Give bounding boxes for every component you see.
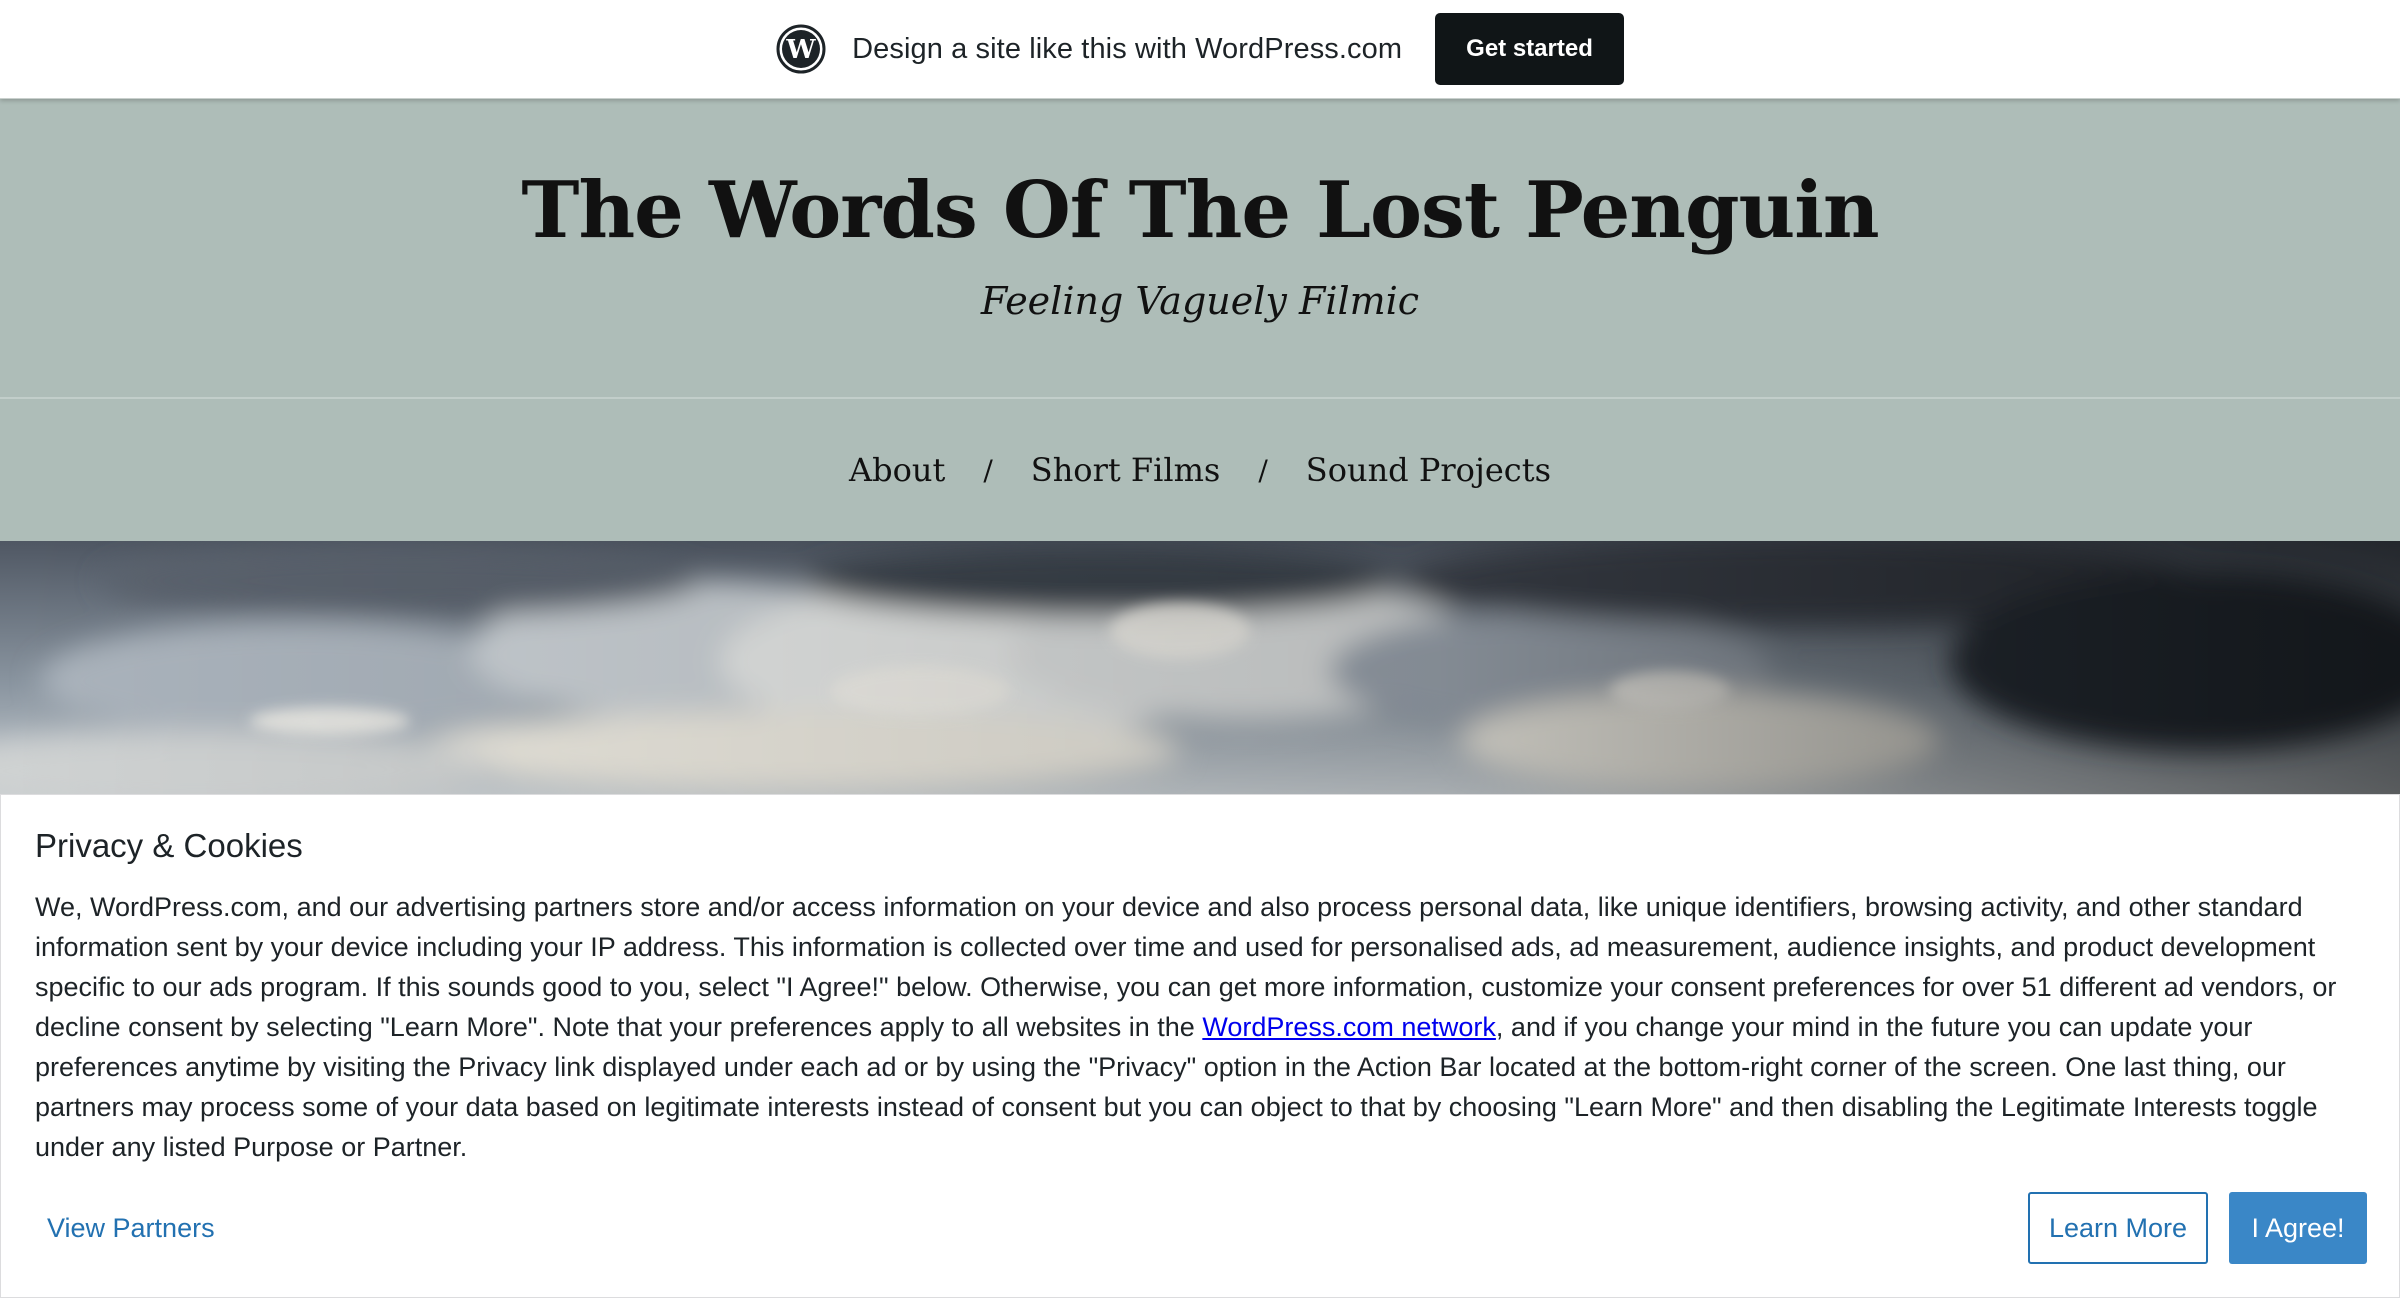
cookie-consent-banner: Privacy & Cookies We, WordPress.com, and… bbox=[0, 794, 2400, 1298]
wordpress-network-link[interactable]: WordPress.com network bbox=[1202, 1012, 1496, 1042]
site-description: Feeling Vaguely Filmic bbox=[980, 279, 1420, 323]
cookie-banner-text: We, WordPress.com, and our advertising p… bbox=[35, 887, 2375, 1167]
nav-link-short-films[interactable]: Short Films bbox=[1031, 451, 1221, 489]
nav-separator: / bbox=[945, 454, 1030, 487]
wordpress-promo-content: W Design a site like this with WordPress… bbox=[0, 0, 2400, 98]
i-agree-button[interactable]: I Agree! bbox=[2229, 1192, 2367, 1264]
nav-separator-slash: / bbox=[983, 453, 993, 487]
cookie-banner-title: Privacy & Cookies bbox=[35, 827, 303, 864]
wordpress-logo-icon[interactable]: W bbox=[776, 24, 826, 74]
nav-separator: / bbox=[1220, 454, 1305, 487]
nav-item-about: About bbox=[849, 451, 945, 489]
learn-more-button[interactable]: Learn More bbox=[2028, 1192, 2208, 1264]
wordpress-promo-banner: W Design a site like this with WordPress… bbox=[0, 0, 2400, 99]
view-partners-link[interactable]: View Partners bbox=[47, 1213, 215, 1244]
svg-text:W: W bbox=[786, 35, 817, 65]
nav-item-short-films: Short Films bbox=[1031, 451, 1221, 489]
nav-link-about[interactable]: About bbox=[849, 451, 945, 489]
get-started-button[interactable]: Get started bbox=[1435, 13, 1624, 85]
wordpress-promo-tagline[interactable]: Design a site like this with WordPress.c… bbox=[852, 33, 1402, 66]
nav-menu: About / Short Films / Sound Projects bbox=[0, 399, 2400, 541]
nav-separator-slash: / bbox=[1258, 453, 1268, 487]
nav-item-sound-projects: Sound Projects bbox=[1306, 451, 1551, 489]
primary-navigation: About / Short Films / Sound Projects bbox=[0, 399, 2400, 541]
cloudy-sky-image bbox=[0, 541, 2400, 801]
header-image-sky bbox=[0, 541, 2400, 801]
nav-link-sound-projects[interactable]: Sound Projects bbox=[1306, 451, 1551, 489]
site-header: The Words Of The Lost Penguin Feeling Va… bbox=[0, 99, 2400, 399]
site-title[interactable]: The Words Of The Lost Penguin bbox=[0, 163, 2400, 259]
